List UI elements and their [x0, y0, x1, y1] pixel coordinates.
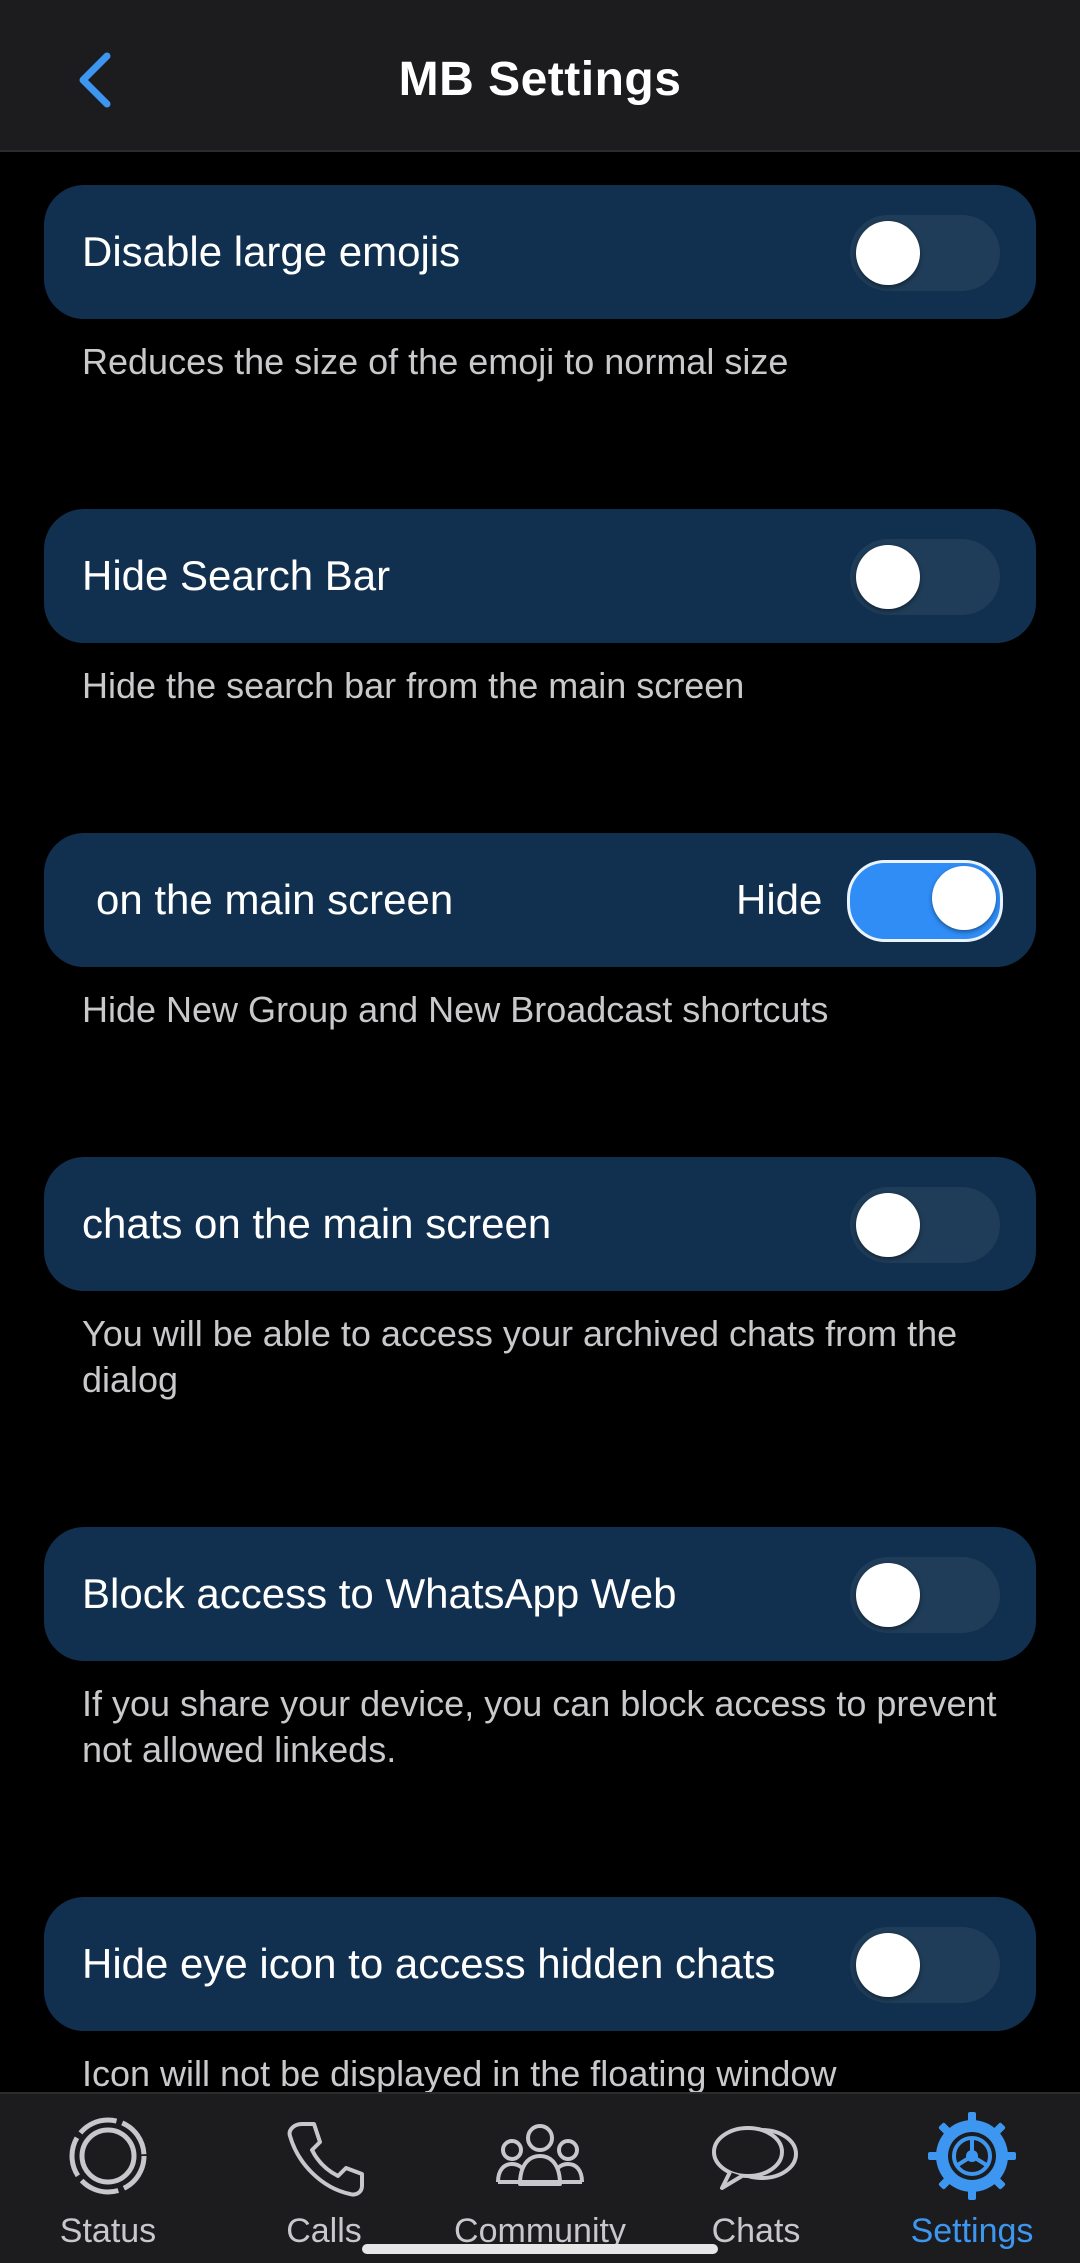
setting-hide-search-bar: Hide Search Bar Hide the search bar from… — [44, 509, 1036, 709]
setting-description: Hide New Group and New Broadcast shortcu… — [82, 989, 829, 1030]
setting-label-part: on the main screen — [96, 876, 454, 923]
setting-description: You will be able to access your archived… — [82, 1313, 958, 1400]
settings-list[interactable]: Disable large emojis Reduces the size of… — [0, 152, 1080, 2092]
setting-card[interactable]: chats on the main screen — [44, 1157, 1036, 1291]
nav-item-chats[interactable]: Chats — [648, 2110, 864, 2260]
hide-shortcuts-toggle[interactable] — [847, 860, 1003, 942]
setting-label-part: Hide — [736, 876, 823, 923]
toggle-knob — [856, 1933, 920, 1997]
setting-label: Hide eye icon to access hidden chats — [82, 1940, 776, 1987]
setting-description: Hide the search bar from the main screen — [82, 665, 745, 706]
setting-card[interactable]: Disable large emojis — [44, 185, 1036, 319]
nav-item-community[interactable]: Community — [432, 2110, 648, 2260]
settings-gear-icon — [928, 2112, 1016, 2200]
setting-label-part: chats on the main screen — [82, 1200, 552, 1247]
setting-block-whatsapp-web: Block access to WhatsApp Web If you shar… — [44, 1527, 1036, 1773]
app-bar: MB Settings — [0, 0, 1080, 152]
nav-item-calls[interactable]: Calls — [216, 2110, 432, 2260]
disable-large-emojis-toggle[interactable] — [850, 215, 1000, 291]
setting-label: Disable large emojis — [82, 228, 461, 275]
community-icon — [496, 2124, 584, 2186]
toggle-knob — [856, 1563, 920, 1627]
setting-card[interactable]: Hide Search Bar — [44, 509, 1036, 643]
nav-label: Status — [59, 2212, 157, 2250]
toggle-knob — [856, 221, 920, 285]
setting-hide-shortcuts: on the main screen Hide Hide New Group a… — [44, 833, 1036, 1033]
hide-eye-icon-toggle[interactable] — [850, 1927, 1000, 2003]
setting-label: Hide Search Bar — [82, 552, 391, 599]
setting-description: If you share your device, you can block … — [82, 1683, 997, 1770]
page-title: MB Settings — [398, 53, 682, 106]
setting-disable-large-emojis: Disable large emojis Reduces the size of… — [44, 185, 1036, 385]
bottom-navigation: Status Calls Community Chats Settings — [0, 2092, 1080, 2263]
setting-description: Reduces the size of the emoji to normal … — [82, 341, 789, 382]
status-icon — [69, 2117, 147, 2195]
nav-label: Settings — [910, 2212, 1034, 2250]
setting-card[interactable]: on the main screen Hide — [44, 833, 1036, 967]
setting-label-marquee: on the main screen Hide — [82, 833, 872, 967]
setting-archived-chats: chats on the main screen You will be abl… — [44, 1157, 1036, 1403]
setting-card[interactable]: Block access to WhatsApp Web — [44, 1527, 1036, 1661]
toggle-knob — [932, 866, 996, 930]
nav-item-settings[interactable]: Settings — [864, 2110, 1080, 2260]
chat-bubbles-icon — [712, 2126, 798, 2190]
setting-label: Block access to WhatsApp Web — [82, 1570, 677, 1617]
home-indicator[interactable] — [362, 2244, 718, 2254]
hide-search-bar-toggle[interactable] — [850, 539, 1000, 615]
nav-item-status[interactable]: Status — [0, 2110, 216, 2260]
block-whatsapp-web-toggle[interactable] — [850, 1557, 1000, 1633]
phone-icon — [287, 2122, 364, 2197]
toggle-knob — [856, 545, 920, 609]
setting-label-marquee: chats on the main screen — [82, 1157, 872, 1291]
setting-card[interactable]: Hide eye icon to access hidden chats — [44, 1897, 1036, 2031]
setting-hide-eye-icon: Hide eye icon to access hidden chats Ico… — [44, 1897, 1036, 2092]
setting-description: Icon will not be displayed in the floati… — [82, 2053, 837, 2092]
toggle-knob — [856, 1193, 920, 1257]
archived-chats-toggle[interactable] — [850, 1187, 1000, 1263]
